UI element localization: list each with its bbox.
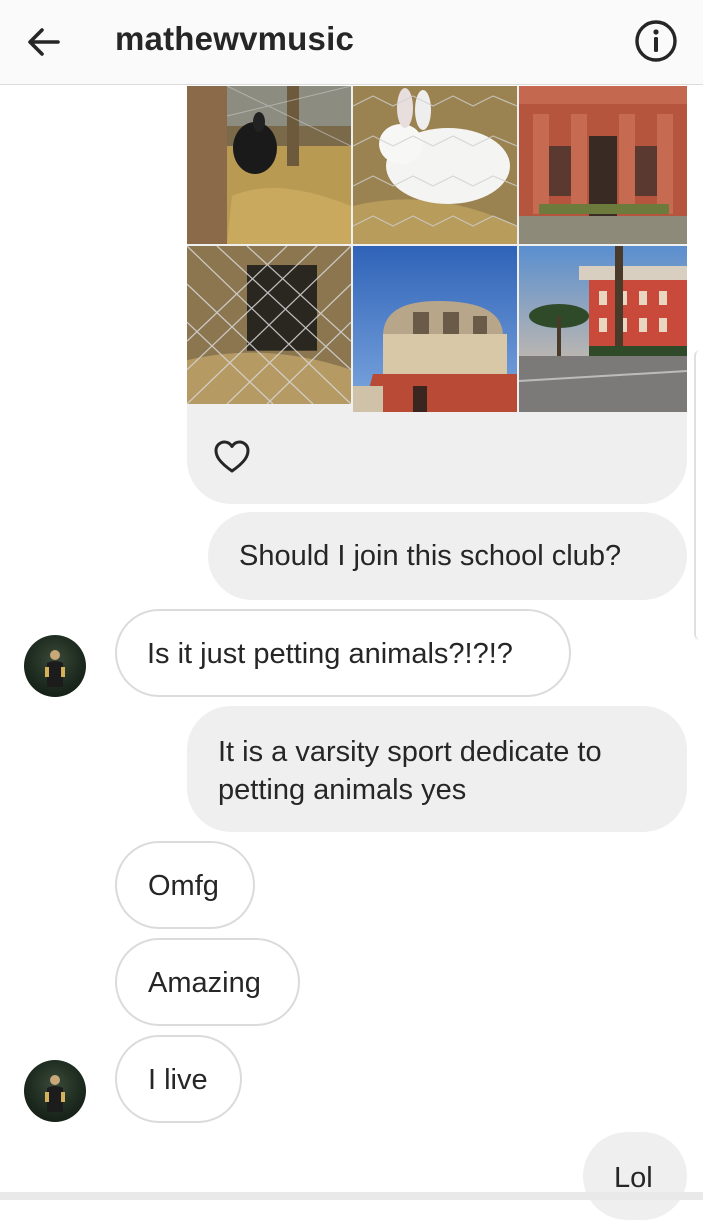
message-bubble-received: Omfg (115, 841, 255, 929)
message-text: Amazing (148, 967, 261, 999)
conversation-title[interactable]: mathewvmusic (115, 20, 354, 58)
message-bubble-received: Amazing (115, 938, 300, 1026)
scrollbar[interactable] (694, 350, 703, 640)
photo-tile[interactable] (353, 86, 517, 244)
message-text: Is it just petting animals?!?!? (147, 638, 513, 670)
message-text-line: petting animals yes (218, 774, 467, 806)
photo-tile[interactable] (187, 246, 351, 404)
arrow-left-icon[interactable] (24, 22, 64, 62)
photo-tile[interactable] (519, 246, 687, 412)
info-circle-icon[interactable] (633, 18, 679, 64)
photo-tile[interactable] (353, 246, 517, 412)
message-text: Lol (614, 1162, 653, 1194)
photo-tile[interactable] (519, 86, 687, 244)
avatar[interactable] (24, 635, 86, 697)
message-bubble-received: I live (115, 1035, 242, 1123)
avatar-figure-icon (45, 1075, 65, 1112)
divider (0, 1192, 703, 1200)
message-text: Omfg (148, 870, 219, 902)
avatar[interactable] (24, 1060, 86, 1122)
shared-post-card[interactable] (187, 86, 687, 504)
message-bubble-received: Is it just petting animals?!?!? (115, 609, 571, 697)
message-text-line: It is a varsity sport dedicate to (218, 736, 602, 768)
photo-grid[interactable] (187, 86, 687, 412)
message-bubble-sent: It is a varsity sport dedicate to pettin… (187, 706, 687, 832)
conversation-header: mathewvmusic (0, 0, 703, 85)
message-bubble-sent: Should I join this school club? (208, 512, 687, 600)
message-text: Should I join this school club? (239, 540, 622, 572)
message-text: I live (148, 1064, 208, 1096)
photo-tile[interactable] (187, 86, 351, 244)
heart-outline-icon[interactable] (213, 438, 251, 476)
avatar-figure-icon (45, 650, 65, 687)
message-bubble-sent: Lol (583, 1132, 687, 1220)
